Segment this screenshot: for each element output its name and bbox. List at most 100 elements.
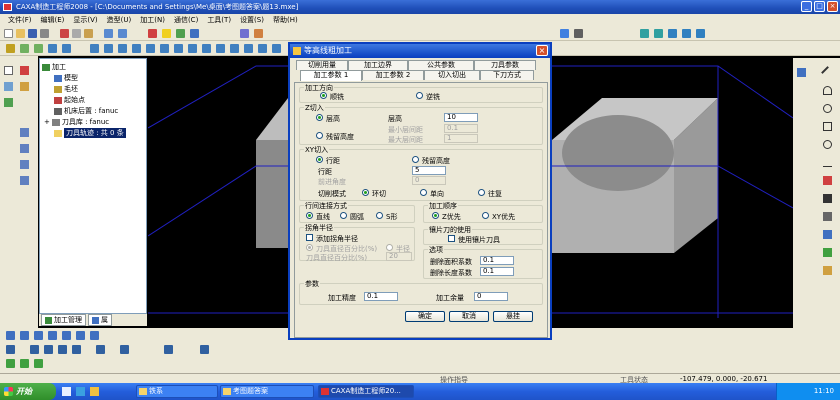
boolean-icon[interactable]	[230, 44, 239, 53]
surface-icon[interactable]	[20, 128, 29, 137]
menu-edit[interactable]: 编辑(E)	[41, 15, 65, 25]
step-over-input[interactable]: 5	[412, 166, 446, 175]
close-button[interactable]: ×	[827, 1, 838, 12]
tab-params-2[interactable]: 加工参数 2	[362, 70, 424, 80]
fillet-icon[interactable]	[90, 44, 99, 53]
undo-icon[interactable]	[104, 29, 113, 38]
task-folder-1[interactable]: 铁系	[136, 385, 218, 398]
min-length-input[interactable]: 0.1	[480, 267, 514, 276]
line-icon[interactable]	[821, 66, 834, 79]
menu-help[interactable]: 帮助(H)	[273, 15, 298, 25]
menu-modeling[interactable]: 造型(U)	[107, 15, 132, 25]
tab-cutting[interactable]: 切削用量	[296, 60, 348, 70]
climb-radio[interactable]	[320, 92, 327, 99]
new-file-icon[interactable]	[4, 29, 13, 38]
tree-item-start-point[interactable]: 起始点	[54, 95, 85, 105]
process-sheet-icon[interactable]	[200, 345, 209, 354]
gcode-icon[interactable]	[164, 345, 173, 354]
save-icon[interactable]	[28, 29, 37, 38]
mode-oneway-radio[interactable]	[420, 189, 427, 196]
split-icon[interactable]	[258, 44, 267, 53]
rectangle-icon[interactable]	[823, 122, 832, 131]
menu-settings[interactable]: 设置(S)	[240, 15, 264, 25]
residual-height-radio[interactable]	[316, 132, 323, 139]
corner-radius-radio[interactable]	[386, 244, 393, 251]
corner-pct-radio[interactable]	[306, 244, 313, 251]
cut-icon[interactable]	[60, 29, 69, 38]
dialog-close-button[interactable]: ×	[536, 45, 548, 56]
tab-common[interactable]: 公共参数	[408, 60, 474, 70]
trim-curve-icon[interactable]	[823, 248, 832, 257]
connect-arc-radio[interactable]	[340, 212, 347, 219]
open-file-icon[interactable]	[16, 29, 25, 38]
extrude-icon[interactable]	[20, 44, 29, 53]
extend-icon[interactable]	[20, 176, 29, 185]
xy-first-radio[interactable]	[482, 212, 489, 219]
face-move-icon[interactable]	[272, 44, 281, 53]
cut-surface-icon[interactable]	[216, 44, 225, 53]
rib-icon[interactable]	[160, 44, 169, 53]
scale-icon[interactable]	[202, 44, 211, 53]
edit-icon[interactable]	[4, 82, 13, 91]
shell-icon[interactable]	[118, 44, 127, 53]
roughing-icon[interactable]	[30, 345, 39, 354]
sweep-icon[interactable]	[48, 44, 57, 53]
add-corner-checkbox[interactable]	[306, 234, 313, 241]
tree-item-machining[interactable]: 加工	[42, 62, 66, 72]
menu-file[interactable]: 文件(F)	[8, 15, 32, 25]
edit-path-icon[interactable]	[96, 345, 105, 354]
highlight-icon[interactable]	[162, 29, 171, 38]
tab-machining-manager[interactable]: 加工管理	[41, 314, 86, 326]
conventional-radio[interactable]	[416, 92, 423, 99]
maximize-button[interactable]: □	[814, 1, 825, 12]
revolve-icon[interactable]	[34, 44, 43, 53]
start-button[interactable]: 开始	[0, 383, 56, 400]
query-icon[interactable]	[20, 359, 29, 368]
arc-icon[interactable]	[823, 86, 832, 95]
thicken-icon[interactable]	[244, 44, 253, 53]
drill-icon[interactable]	[72, 345, 81, 354]
menu-machining[interactable]: 加工(N)	[140, 15, 165, 25]
task-caxa[interactable]: CAXA制造工程师20...	[318, 385, 414, 398]
point-icon[interactable]	[797, 68, 806, 77]
quicklaunch-folder-icon[interactable]	[90, 387, 99, 396]
visibility-icon[interactable]	[4, 98, 13, 107]
break-icon[interactable]	[823, 266, 832, 275]
menu-communication[interactable]: 通信(C)	[174, 15, 198, 25]
mode-zigzag-radio[interactable]	[478, 189, 485, 196]
tree-item-post[interactable]: 机床后置 : fanuc	[54, 106, 118, 116]
accuracy-input[interactable]: 0.1	[364, 292, 398, 301]
cancel-button[interactable]: 取消	[449, 311, 489, 322]
circle-icon[interactable]	[823, 104, 832, 113]
tab-boundary[interactable]: 加工边界	[348, 60, 408, 70]
pencil-icon[interactable]	[20, 82, 29, 91]
copy-icon[interactable]	[72, 29, 81, 38]
draft-icon[interactable]	[146, 44, 155, 53]
allowance-input[interactable]: 0	[474, 292, 508, 301]
menu-view[interactable]: 显示(V)	[73, 15, 97, 25]
pan-icon[interactable]	[668, 29, 677, 38]
polyline-icon[interactable]	[823, 176, 832, 185]
quicklaunch-ie-icon[interactable]	[76, 387, 85, 396]
text-icon[interactable]	[823, 230, 832, 239]
paste-icon[interactable]	[84, 29, 93, 38]
delete-icon[interactable]	[20, 66, 29, 75]
rotate-2d-icon[interactable]	[34, 331, 43, 340]
coord-icon[interactable]	[254, 29, 263, 38]
fillet-curve-icon[interactable]	[823, 212, 832, 221]
expand-icon[interactable]: +	[44, 118, 50, 126]
angle-input[interactable]: 0	[412, 176, 446, 185]
mirror-2d-icon[interactable]	[48, 331, 57, 340]
wire-icon[interactable]	[574, 29, 583, 38]
simulate-icon[interactable]	[120, 345, 129, 354]
tab-tool[interactable]: 刀具参数	[474, 60, 536, 70]
sketch-icon[interactable]	[6, 44, 15, 53]
xy-residual-radio[interactable]	[412, 156, 419, 163]
hole-icon[interactable]	[174, 44, 183, 53]
layer-icon[interactable]	[176, 29, 185, 38]
distance-icon[interactable]	[34, 359, 43, 368]
shade-icon[interactable]	[560, 29, 569, 38]
menu-tools[interactable]: 工具(T)	[207, 15, 231, 25]
scale-2d-icon[interactable]	[76, 331, 85, 340]
translate-icon[interactable]	[20, 331, 29, 340]
